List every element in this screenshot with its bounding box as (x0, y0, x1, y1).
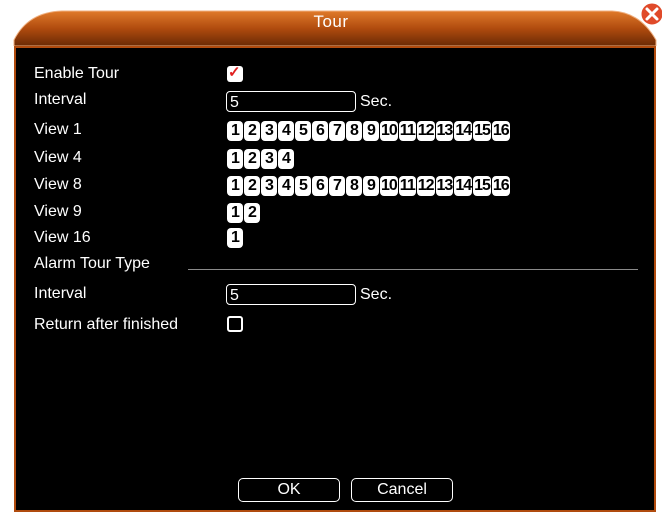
channel-button[interactable]: 10 (380, 121, 398, 141)
channel-button[interactable]: 1 (227, 176, 243, 196)
channel-button[interactable]: 5 (295, 176, 311, 196)
ok-button[interactable]: OK (238, 478, 340, 502)
interval-label: Interval (34, 91, 87, 108)
channel-button[interactable]: 1 (227, 228, 243, 248)
channel-button[interactable]: 1 (227, 149, 243, 169)
close-button[interactable] (640, 2, 662, 26)
view-4-channels: 1234 (227, 149, 295, 169)
channel-button[interactable]: 9 (363, 176, 379, 196)
view-1-channels: 1 2 3 4 5 6 7 8 9 10 11 12 13 14 15 16 (227, 121, 511, 141)
channel-button[interactable]: 15 (473, 176, 491, 196)
channel-button[interactable]: 8 (346, 176, 362, 196)
channel-button[interactable]: 7 (329, 121, 345, 141)
interval-input[interactable]: 5 (226, 91, 356, 112)
alarm-interval-input[interactable]: 5 (226, 284, 356, 305)
channel-button[interactable]: 3 (261, 176, 277, 196)
channel-button[interactable]: 6 (312, 121, 328, 141)
alarm-interval-label: Interval (34, 285, 87, 302)
channel-button[interactable]: 4 (278, 176, 294, 196)
channel-button[interactable]: 7 (329, 176, 345, 196)
channel-button[interactable]: 3 (261, 149, 277, 169)
alarm-tour-type-label: Alarm Tour Type (34, 255, 150, 272)
channel-button[interactable]: 10 (380, 176, 398, 196)
view-9-label: View 9 (34, 203, 82, 220)
channel-button[interactable]: 8 (346, 121, 362, 141)
channel-button[interactable]: 11 (398, 176, 416, 196)
view-8-label: View 8 (34, 176, 82, 193)
channel-button[interactable]: 9 (363, 121, 379, 141)
check-icon: ✓ (228, 64, 241, 81)
tour-settings-panel: Enable Tour ✓ Interval 5 Sec. View 1 123… (14, 46, 656, 512)
channel-button[interactable]: 6 (312, 176, 328, 196)
channel-button[interactable]: 3 (261, 121, 277, 141)
channel-button[interactable]: 12 (416, 176, 435, 196)
channel-button[interactable]: 13 (435, 176, 454, 196)
channel-button[interactable]: 12 (416, 121, 435, 141)
channel-button[interactable]: 13 (435, 121, 454, 141)
channel-button[interactable]: 14 (454, 176, 473, 196)
channel-button[interactable]: 1 (227, 121, 243, 141)
alarm-interval-unit: Sec. (360, 286, 393, 303)
section-divider (188, 269, 638, 270)
enable-tour-label: Enable Tour (34, 65, 120, 82)
channel-button[interactable]: 16 (491, 121, 510, 141)
close-icon (640, 2, 662, 26)
view-16-label: View 16 (34, 229, 91, 246)
view-1-label: View 1 (34, 121, 82, 138)
view-8-channels: 1 2 3 4 5 6 7 8 9 10 11 12 13 14 15 16 (227, 176, 511, 196)
channel-button[interactable]: 14 (454, 121, 473, 141)
channel-button[interactable]: 4 (278, 121, 294, 141)
channel-button[interactable]: 11 (398, 121, 416, 141)
channel-button[interactable]: 2 (244, 121, 260, 141)
channel-button[interactable]: 5 (295, 121, 311, 141)
view-9-channels: 12 (227, 203, 261, 223)
view-4-label: View 4 (34, 149, 82, 166)
channel-button[interactable]: 2 (244, 176, 260, 196)
channel-button[interactable]: 16 (491, 176, 510, 196)
return-after-finished-label: Return after finished (34, 316, 179, 333)
channel-button[interactable]: 1 (227, 203, 243, 223)
window-title: Tour (313, 12, 349, 31)
interval-unit: Sec. (360, 93, 393, 110)
view-16-channels: 1 (227, 228, 244, 248)
title-bar: Tour (0, 0, 662, 47)
channel-button[interactable]: 15 (473, 121, 491, 141)
return-after-finished-checkbox[interactable] (227, 316, 243, 332)
channel-button[interactable]: 2 (244, 149, 260, 169)
cancel-button[interactable]: Cancel (351, 478, 453, 502)
channel-button[interactable]: 2 (244, 203, 260, 223)
channel-button[interactable]: 4 (278, 149, 294, 169)
enable-tour-checkbox[interactable]: ✓ (227, 64, 243, 82)
